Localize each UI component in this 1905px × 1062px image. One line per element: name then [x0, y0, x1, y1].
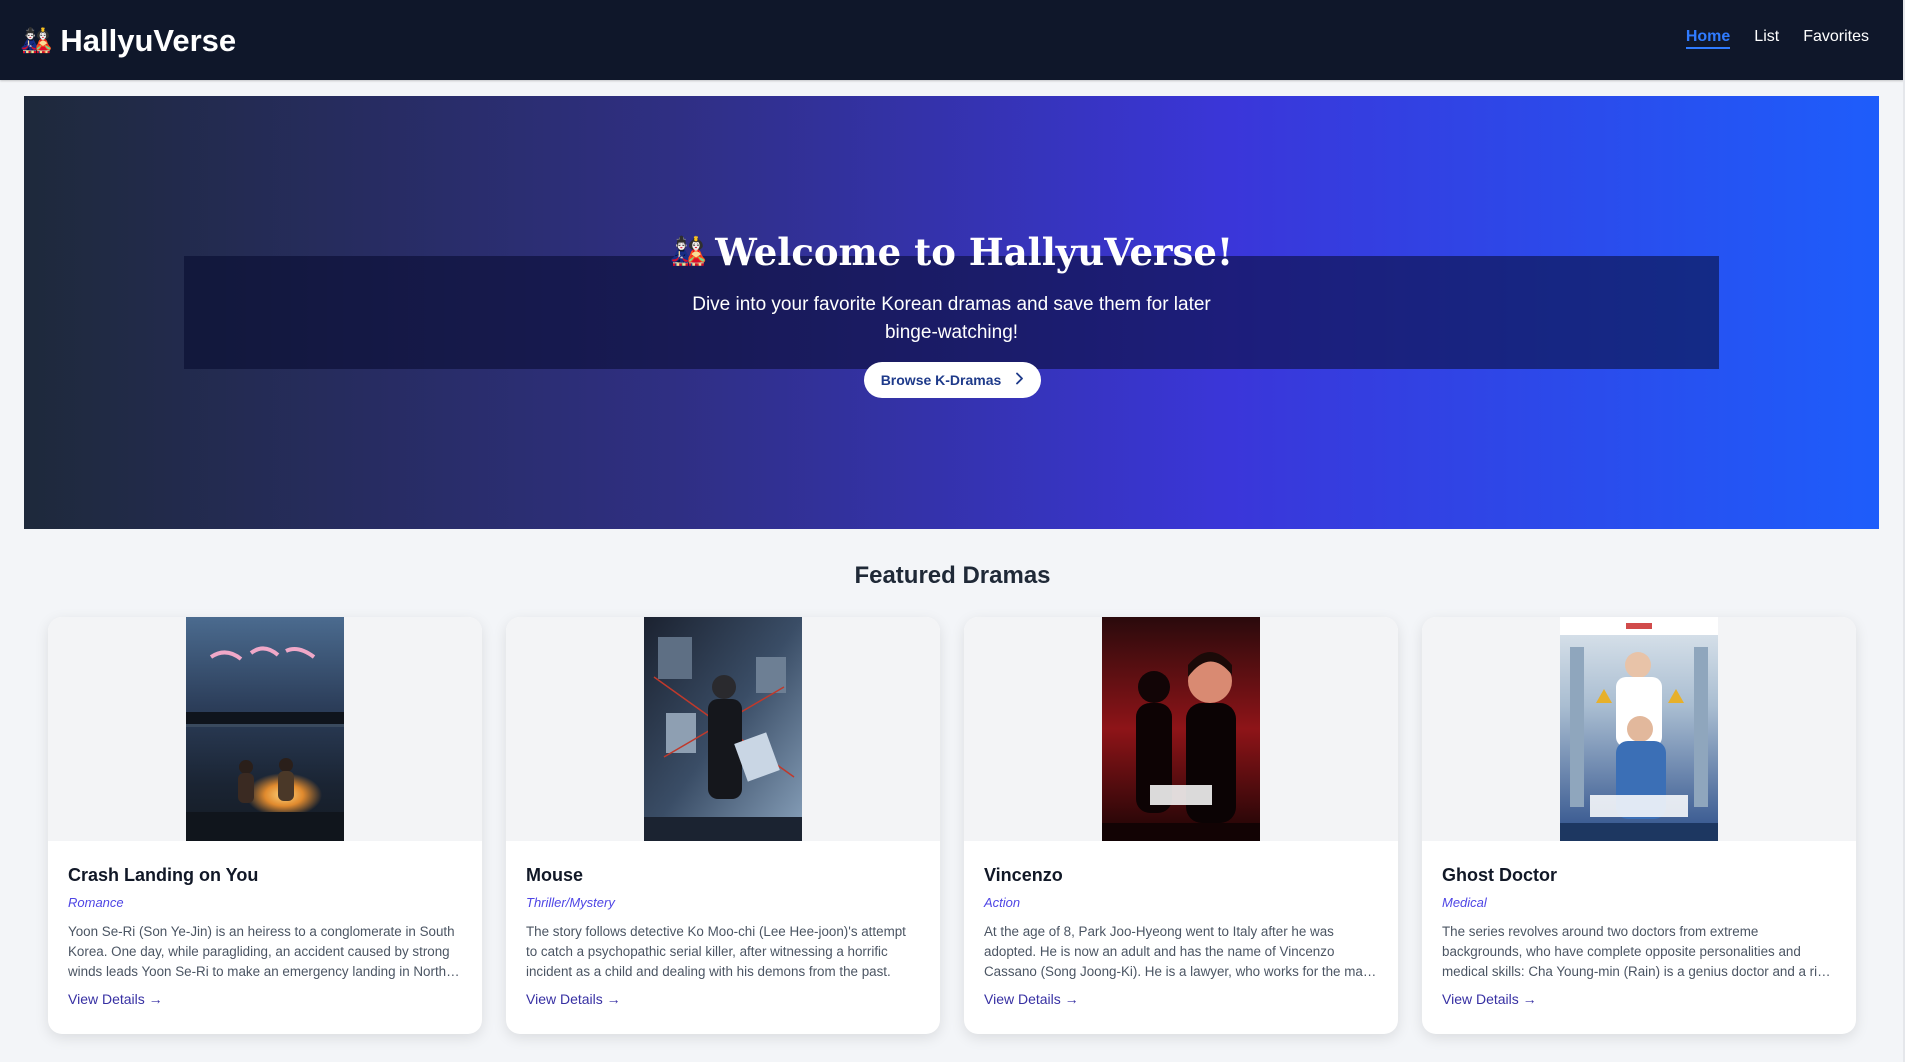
- view-details-link[interactable]: View Details →: [984, 991, 1079, 1007]
- card-description: The series revolves around two doctors f…: [1442, 924, 1832, 979]
- card-genre: Romance: [68, 895, 124, 910]
- dolls-emoji-icon: 🎎: [669, 234, 708, 269]
- card-description: Yoon Se-Ri (Son Ye-Jin) is an heiress to…: [68, 924, 455, 979]
- card-description: At the age of 8, Park Joo-Hyeong went to…: [984, 924, 1377, 979]
- hero-title: 🎎 Welcome to HallyuVerse!: [24, 230, 1879, 274]
- hero-title-text: Welcome to HallyuVerse!: [715, 230, 1234, 274]
- card-media: [506, 617, 940, 841]
- dolls-emoji-icon: 🎎: [20, 26, 53, 56]
- card-media: [48, 617, 482, 841]
- poster-image[interactable]: [186, 617, 344, 841]
- card-genre: Action: [984, 895, 1021, 910]
- card-description: The story follows detective Ko Moo-chi (…: [526, 924, 906, 979]
- navbar: 🎎 HallyuVerse Home List Favorites: [0, 0, 1905, 80]
- browse-kdramas-button[interactable]: Browse K-Dramas: [864, 362, 1041, 398]
- poster-image[interactable]: [1102, 617, 1260, 841]
- hero-subtitle: Dive into your favorite Korean dramas an…: [692, 294, 1211, 343]
- hero-banner: 🎎 Welcome to HallyuVerse! Dive into your…: [24, 96, 1879, 529]
- browse-button-label: Browse K-Dramas: [880, 372, 1002, 388]
- drama-card[interactable]: Ghost Doctor Medical The series revolves…: [1422, 617, 1856, 1034]
- card-title: Vincenzo: [984, 865, 1063, 885]
- view-details-link[interactable]: View Details →: [526, 991, 621, 1007]
- poster-image[interactable]: [644, 617, 802, 841]
- drama-card[interactable]: Vincenzo Action At the age of 8, Park Jo…: [964, 617, 1398, 1034]
- brand-name: HallyuVerse: [60, 23, 237, 58]
- drama-card[interactable]: Crash Landing on You Romance Yoon Se-Ri …: [48, 617, 482, 1034]
- card-title: Crash Landing on You: [68, 865, 259, 885]
- view-details-link[interactable]: View Details →: [68, 991, 163, 1007]
- brand-logo[interactable]: 🎎 HallyuVerse: [20, 22, 236, 60]
- card-genre: Thriller/Mystery: [526, 895, 615, 910]
- card-media: [1422, 617, 1856, 841]
- nav-link-home[interactable]: Home: [1685, 28, 1731, 49]
- poster-image[interactable]: [1560, 617, 1718, 841]
- nav-link-favorites[interactable]: Favorites: [1803, 28, 1869, 49]
- drama-card[interactable]: Mouse Thriller/Mystery The story follows…: [506, 617, 940, 1034]
- card-body: Vincenzo Action At the age of 8, Park Jo…: [964, 865, 1398, 1008]
- card-body: Crash Landing on You Romance Yoon Se-Ri …: [48, 865, 482, 1008]
- card-title: Ghost Doctor: [1442, 865, 1557, 885]
- card-genre: Medical: [1442, 895, 1487, 910]
- card-body: Mouse Thriller/Mystery The story follows…: [506, 865, 940, 1008]
- chevron-right-icon: [1015, 372, 1024, 388]
- card-body: Ghost Doctor Medical The series revolves…: [1422, 865, 1856, 1008]
- card-title: Mouse: [526, 865, 584, 885]
- featured-section-title: Featured Dramas: [854, 562, 1051, 589]
- view-details-link[interactable]: View Details →: [1442, 991, 1537, 1007]
- nav-link-list[interactable]: List: [1754, 28, 1779, 49]
- nav-links: Home List Favorites: [1685, 28, 1869, 49]
- card-media: [964, 617, 1398, 841]
